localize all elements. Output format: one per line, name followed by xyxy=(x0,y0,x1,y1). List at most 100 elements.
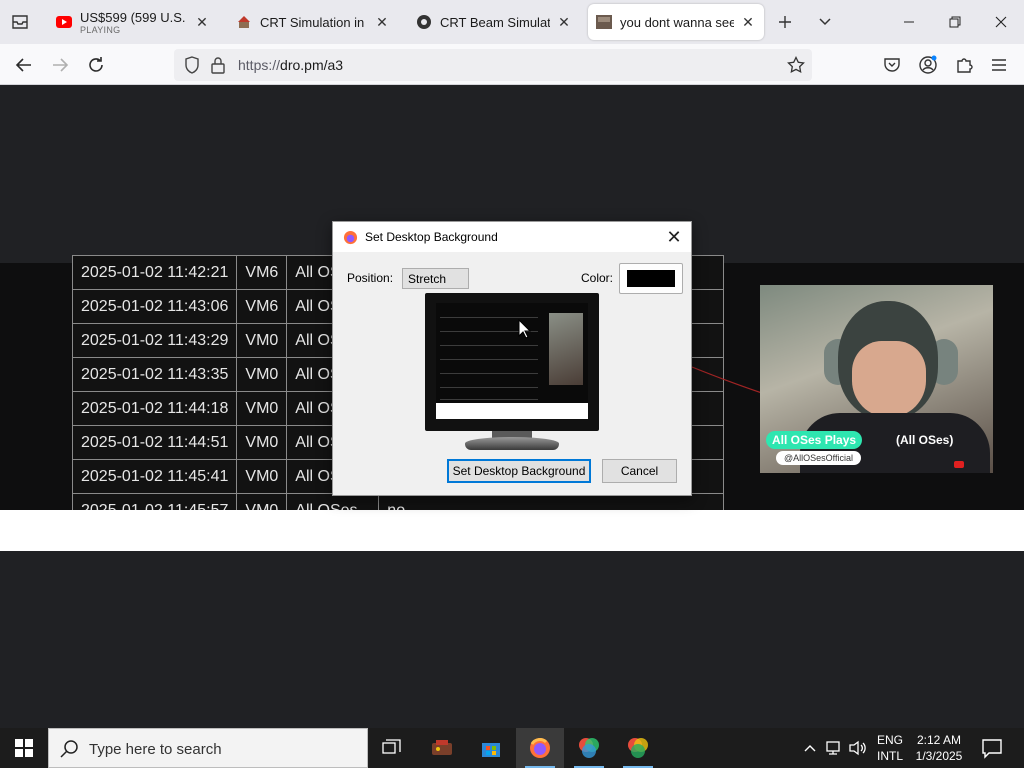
microsoft-store-icon xyxy=(482,743,500,757)
taskbar-clock[interactable]: 2:12 AM 1/3/2025 xyxy=(910,732,968,764)
clock-date: 1/3/2025 xyxy=(915,749,963,763)
taskbar-app-game[interactable] xyxy=(418,728,466,768)
notification-center-icon[interactable] xyxy=(980,736,1004,760)
tab-title: you dont wanna see m xyxy=(620,14,734,30)
new-tab-button[interactable] xyxy=(772,10,798,34)
close-tab-icon[interactable]: ✕ xyxy=(740,14,756,30)
firefox-icon xyxy=(530,738,550,758)
cable-line xyxy=(692,366,762,394)
clock-time: 2:12 AM xyxy=(916,733,962,747)
tab-youtube[interactable]: US$599 (599 U.S. Dollar PLAYING ✕ xyxy=(48,4,218,40)
tab-active-page[interactable]: you dont wanna see m ✕ xyxy=(588,4,764,40)
url-host: dro.pm/a3 xyxy=(280,57,344,73)
back-button[interactable] xyxy=(9,50,39,80)
url-scheme: https:// xyxy=(238,57,281,73)
windows-taskbar: Type here to search ENG INTL 2:12 AM 1/3… xyxy=(0,728,1024,768)
webcam-overlay: All OSes Plays (All OSes) @AllOSesOffici… xyxy=(760,285,993,473)
pocket-icon xyxy=(884,58,900,72)
task-view-button[interactable] xyxy=(368,728,416,768)
url-text: https://dro.pm/a3 xyxy=(238,57,343,73)
page-white-band xyxy=(0,510,1024,551)
cell-vm: VM6 xyxy=(236,255,288,290)
extensions-button[interactable] xyxy=(949,50,979,80)
firefox-icon xyxy=(343,230,358,245)
channel-banner: All OSes Plays xyxy=(766,431,863,449)
reload-button[interactable] xyxy=(81,50,111,80)
windows-logo-icon xyxy=(15,739,33,757)
close-window-button[interactable] xyxy=(978,0,1024,44)
tab-title: US$599 (599 U.S. Dollar xyxy=(80,9,188,25)
taskbar-search-box[interactable]: Type here to search xyxy=(48,728,368,768)
app-menu-button[interactable] xyxy=(984,50,1014,80)
color-wheel-app-icon xyxy=(628,738,648,758)
cell-timestamp: 2025-01-02 11:44:51 xyxy=(71,425,238,460)
restore-window-button[interactable] xyxy=(932,0,978,44)
cancel-button[interactable]: Cancel xyxy=(602,459,677,483)
cell-timestamp: 2025-01-02 11:43:29 xyxy=(71,323,238,358)
cell-vm: VM0 xyxy=(236,357,288,392)
volume-button[interactable] xyxy=(848,738,868,758)
tab-crt-beam-simulator[interactable]: CRT Beam Simulator (6 ✕ xyxy=(408,4,580,40)
set-desktop-background-button[interactable]: Set Desktop Background xyxy=(447,459,591,483)
set-desktop-background-dialog: Set Desktop Background ✕ Position: Stret… xyxy=(332,221,692,496)
cell-vm: VM0 xyxy=(236,323,288,358)
pocket-button[interactable] xyxy=(877,50,907,80)
tab-title: CRT Beam Simulator (6 xyxy=(440,14,550,30)
task-view-icon xyxy=(382,739,401,754)
account-button[interactable] xyxy=(913,50,943,80)
taskbar-app-colorful-2[interactable] xyxy=(614,728,662,768)
cell-timestamp: 2025-01-02 11:45:41 xyxy=(71,459,238,494)
forward-button[interactable] xyxy=(45,50,75,80)
taskbar-app-firefox[interactable] xyxy=(516,728,564,768)
position-label: Position: xyxy=(347,271,394,285)
tray-icon xyxy=(12,15,28,29)
game-app-icon xyxy=(432,740,452,755)
desktop-preview-monitor xyxy=(425,293,599,453)
puzzle-icon xyxy=(957,58,973,73)
taskbar-app-colorful-1[interactable] xyxy=(565,728,613,768)
color-swatch xyxy=(627,270,675,287)
chevron-up-icon xyxy=(804,745,816,752)
position-select[interactable]: Stretch xyxy=(402,268,469,289)
minimize-window-button[interactable] xyxy=(886,0,932,44)
input-language-indicator[interactable]: ENG INTL xyxy=(876,732,904,764)
arrow-left-icon xyxy=(15,58,31,72)
dialog-title: Set Desktop Background xyxy=(365,230,498,244)
preview-webcam-thumbnail xyxy=(549,313,583,385)
start-button[interactable] xyxy=(0,728,48,768)
show-hidden-icons-button[interactable] xyxy=(800,738,820,758)
dialog-close-icon[interactable]: ✕ xyxy=(663,226,685,248)
language-code: ENG xyxy=(876,733,903,747)
cell-timestamp: 2025-01-02 11:43:35 xyxy=(71,357,238,392)
tracking-protection-shield-icon[interactable] xyxy=(182,55,202,75)
cell-timestamp: 2025-01-02 11:42:21 xyxy=(71,255,238,290)
cell-vm: VM0 xyxy=(236,391,288,426)
chevron-down-icon xyxy=(819,18,831,26)
close-tab-icon[interactable]: ✕ xyxy=(374,14,390,30)
page-thumbnail-icon xyxy=(596,14,612,30)
bookmark-star-icon[interactable] xyxy=(786,55,806,75)
restore-icon xyxy=(949,16,961,28)
close-tab-icon[interactable]: ✕ xyxy=(194,14,210,30)
close-tab-icon[interactable]: ✕ xyxy=(556,14,572,30)
list-tabs-dropdown[interactable] xyxy=(812,10,838,34)
address-bar[interactable]: https://dro.pm/a3 xyxy=(174,49,812,81)
lock-icon[interactable] xyxy=(208,55,228,75)
taskbar-app-store[interactable] xyxy=(467,728,515,768)
arrow-right-icon xyxy=(53,58,69,72)
cell-vm: VM0 xyxy=(236,425,288,460)
color-wheel-app-icon xyxy=(579,738,599,758)
tab-crt-simulation[interactable]: CRT Simulation in a GPU ✕ xyxy=(228,4,398,40)
channel-banner-tail: (All OSes) xyxy=(896,433,954,447)
search-placeholder: Type here to search xyxy=(89,741,222,758)
cell-vm: VM0 xyxy=(236,459,288,494)
person-face xyxy=(852,341,926,417)
plus-icon xyxy=(779,16,791,28)
list-all-tabs-button[interactable] xyxy=(6,10,34,34)
hamburger-menu-icon xyxy=(992,59,1006,71)
account-icon xyxy=(919,55,937,74)
network-button[interactable] xyxy=(824,738,844,758)
cell-timestamp: 2025-01-02 11:43:06 xyxy=(71,289,238,324)
github-icon xyxy=(416,14,432,30)
color-picker-button[interactable] xyxy=(619,263,683,294)
